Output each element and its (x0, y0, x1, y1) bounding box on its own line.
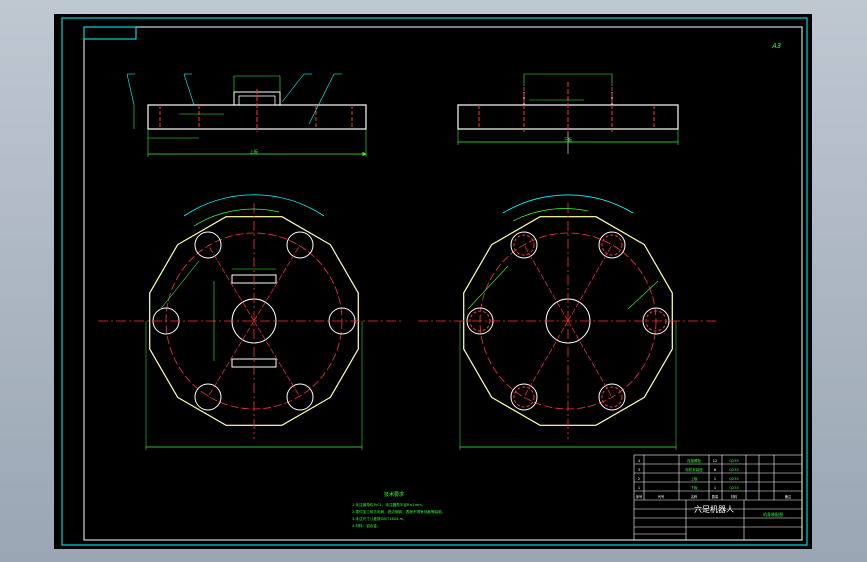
tech-note: 3.未注尺寸公差按GB/T1804-m。 (352, 516, 407, 521)
outer-frame (61, 17, 808, 546)
bom-row-qty: 1 (714, 477, 716, 481)
left-view-label: 上板 (250, 148, 258, 154)
north-mark: A3 (771, 42, 781, 50)
bom-row-qty: 12 (713, 459, 717, 463)
right-view-label: 下板 (564, 136, 572, 142)
bom-row-qty: 1 (714, 486, 716, 490)
tech-title: 技术要求 (384, 491, 404, 498)
bom-header: 代号 (658, 494, 664, 499)
bom-header: 材料 (731, 494, 738, 499)
technical-requirements: 技术要求 1.未注倒角均为C1，未注圆角半径R≤1mm。 2.零件加工前去毛刺，… (352, 491, 445, 528)
bom-row-no: 4 (638, 459, 641, 463)
right-side-view (457, 73, 679, 154)
right-plan-view (418, 194, 718, 450)
left-plan-view (98, 194, 404, 450)
bom-row-name: 电机安装座 (685, 467, 703, 472)
bom-header: 备注 (785, 494, 792, 499)
tech-note: 1.未注倒角均为C1，未注圆角半径R≤1mm。 (352, 502, 425, 507)
bom-row-name: 连接螺栓 (687, 458, 701, 463)
bom-header: 数量 (712, 494, 719, 499)
corner-label-box (83, 26, 137, 40)
bom-row-material: Q235 (729, 468, 738, 472)
drawing-title: 六足机器人 (694, 504, 734, 514)
bom-row-no: 3 (638, 468, 640, 472)
tech-note: 4.材料：铝合金。 (352, 523, 381, 528)
bom-row-no: 1 (638, 486, 640, 490)
inner-frame (83, 26, 803, 541)
bom-header: 序号 (636, 494, 642, 499)
bom-row-no: 2 (638, 477, 640, 481)
title-block-sub: 机身装配图 (763, 511, 783, 517)
bom-header: 名称 (691, 494, 698, 499)
drawing-canvas: A3 技术要求 1.未注倒角均为C1，未注圆角半径R≤1mm。 2.零件加工前去… (61, 17, 808, 546)
bom-row-material: Q235 (729, 486, 738, 490)
left-side-view (126, 73, 367, 157)
bom-row-qty: 6 (714, 468, 716, 472)
tech-note: 2.零件加工前去毛刺，锐边倒钝，表面不得有划痕等缺陷。 (352, 509, 445, 514)
bom-row-material: Q235 (729, 459, 738, 463)
bom-row-material: Q235 (729, 477, 738, 481)
cad-drawing-viewport[interactable]: A3 技术要求 1.未注倒角均为C1，未注圆角半径R≤1mm。 2.零件加工前去… (54, 14, 812, 549)
bom-row-name: 下板 (691, 485, 699, 490)
bom-row-name: 上板 (691, 476, 699, 481)
